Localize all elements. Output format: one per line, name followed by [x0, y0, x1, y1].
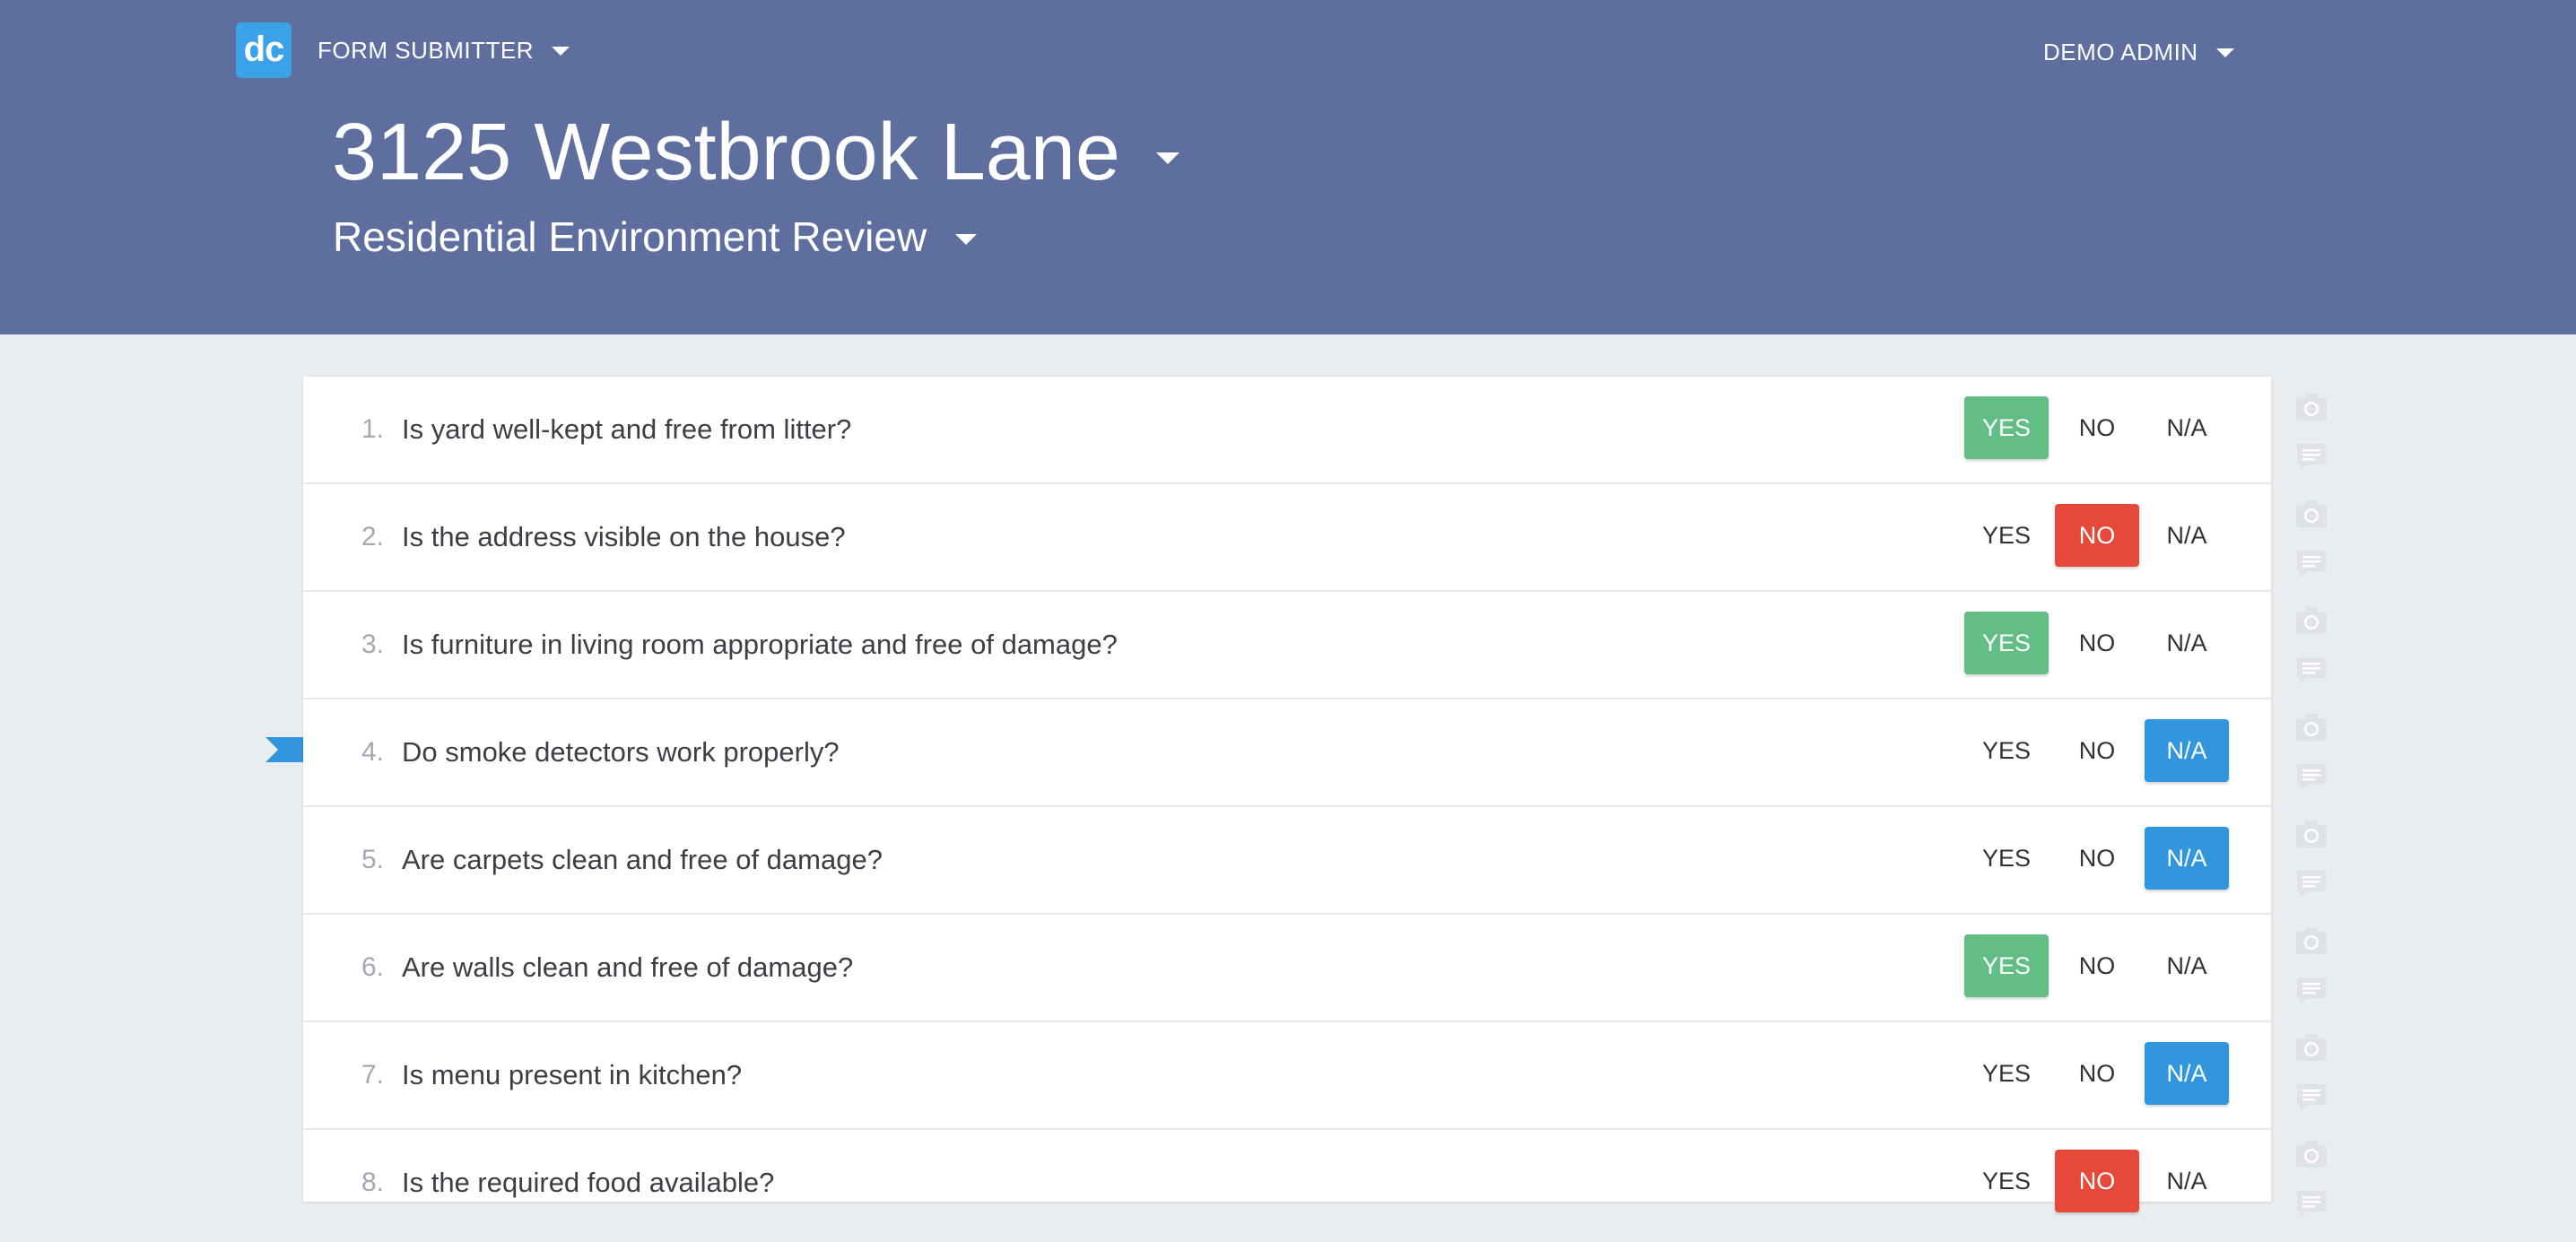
- app-logo[interactable]: dc: [236, 22, 292, 78]
- page-subtitle: Residential Environment Review: [333, 213, 927, 260]
- form-submitter-menu-label: FORM SUBMITTER: [318, 37, 534, 64]
- no-button[interactable]: NO: [2055, 504, 2139, 567]
- camera-icon[interactable]: [2294, 710, 2328, 744]
- question-attachments: [2294, 922, 2330, 1029]
- no-button[interactable]: NO: [2055, 1042, 2139, 1105]
- question-list: 1. Is yard well-kept and free from litter…: [303, 377, 2271, 1238]
- question-text: Is menu present in kitchen?: [402, 1059, 743, 1090]
- question-row: 4. Do smoke detectors work properly? YES NO…: [303, 699, 2271, 807]
- question-row: 6. Are walls clean and free of damage? YES…: [303, 915, 2271, 1022]
- question-attachments: [2294, 815, 2330, 922]
- comment-icon[interactable]: [2294, 547, 2328, 581]
- chevron-down-icon: [1155, 152, 1179, 164]
- camera-icon[interactable]: [2294, 817, 2328, 851]
- question-row: 5. Are carpets clean and free of damage? Y…: [303, 807, 2271, 915]
- comment-icon[interactable]: [2294, 654, 2328, 688]
- yes-button[interactable]: YES: [1964, 719, 2049, 782]
- na-button[interactable]: N/A: [2145, 1150, 2229, 1212]
- question-attachments: [2294, 602, 2330, 708]
- comment-icon[interactable]: [2294, 440, 2328, 474]
- user-menu[interactable]: DEMO ADMIN: [2043, 39, 2234, 66]
- question-attachments: [2294, 1029, 2330, 1135]
- question-number: 3.: [361, 630, 384, 659]
- camera-icon[interactable]: [2294, 1137, 2328, 1171]
- comment-icon[interactable]: [2294, 1187, 2328, 1221]
- yes-button[interactable]: YES: [1964, 504, 2049, 567]
- question-attachments: [2294, 388, 2330, 495]
- form-submitter-menu[interactable]: FORM SUBMITTER: [318, 37, 570, 65]
- question-side-actions: [2294, 388, 2330, 1242]
- question-row: 7. Is menu present in kitchen? YES NO N/A: [303, 1022, 2271, 1130]
- no-button[interactable]: NO: [2055, 934, 2139, 997]
- question-number: 6.: [361, 952, 384, 982]
- question-number: 4.: [361, 737, 384, 767]
- yes-button[interactable]: YES: [1964, 827, 2049, 890]
- question-text: Is the required food available?: [402, 1167, 775, 1198]
- no-button[interactable]: NO: [2055, 1150, 2139, 1212]
- camera-icon[interactable]: [2294, 924, 2328, 958]
- no-button[interactable]: NO: [2055, 719, 2139, 782]
- page-title: 3125 Westbrook Lane: [332, 108, 1120, 197]
- camera-icon[interactable]: [2294, 604, 2328, 638]
- question-number: 7.: [361, 1060, 384, 1090]
- camera-icon[interactable]: [2294, 497, 2328, 531]
- question-text: Are carpets clean and free of damage?: [402, 844, 883, 875]
- question-row: 2. Is the address visible on the house? YE…: [303, 484, 2271, 592]
- question-row: 8. Is the required food available? YES NO N/…: [303, 1130, 2271, 1238]
- question-number: 5.: [361, 845, 384, 874]
- no-button[interactable]: NO: [2055, 827, 2139, 890]
- question-text: Do smoke detectors work properly?: [402, 736, 840, 768]
- question-text: Are walls clean and free of damage?: [402, 951, 854, 983]
- comment-icon[interactable]: [2294, 760, 2328, 795]
- chevron-down-icon: [552, 46, 570, 56]
- app-header: dc FORM SUBMITTER DEMO ADMIN 3125 Westbr…: [0, 0, 2576, 334]
- yes-button[interactable]: YES: [1964, 396, 2049, 459]
- na-button[interactable]: N/A: [2145, 827, 2229, 890]
- question-row: 1. Is yard well-kept and free from litter…: [303, 377, 2271, 484]
- na-button[interactable]: N/A: [2145, 1042, 2229, 1105]
- current-question-flag-icon: [265, 737, 303, 762]
- comment-icon[interactable]: [2294, 1081, 2328, 1115]
- user-menu-label: DEMO ADMIN: [2043, 39, 2198, 65]
- question-attachments: [2294, 495, 2330, 602]
- yes-button[interactable]: YES: [1964, 1150, 2049, 1212]
- question-number: 1.: [361, 414, 384, 444]
- chevron-down-icon: [955, 234, 978, 245]
- comment-icon[interactable]: [2294, 974, 2328, 1008]
- chevron-down-icon: [2215, 48, 2234, 57]
- no-button[interactable]: NO: [2055, 612, 2139, 674]
- no-button[interactable]: NO: [2055, 396, 2139, 459]
- question-text: Is furniture in living room appropriate …: [402, 629, 1118, 660]
- na-button[interactable]: N/A: [2145, 612, 2229, 674]
- location-selector[interactable]: 3125 Westbrook Lane: [332, 106, 1179, 199]
- question-number: 8.: [361, 1168, 384, 1197]
- na-button[interactable]: N/A: [2145, 934, 2229, 997]
- question-text: Is the address visible on the house?: [402, 521, 846, 552]
- na-button[interactable]: N/A: [2145, 504, 2229, 567]
- camera-icon[interactable]: [2294, 390, 2328, 424]
- yes-button[interactable]: YES: [1964, 1042, 2049, 1105]
- camera-icon[interactable]: [2294, 1030, 2328, 1064]
- na-button[interactable]: N/A: [2145, 719, 2229, 782]
- comment-icon[interactable]: [2294, 867, 2328, 901]
- question-row: 3. Is furniture in living room appropriat…: [303, 592, 2271, 699]
- question-text: Is yard well-kept and free from litter?: [402, 413, 852, 445]
- question-attachments: [2294, 708, 2330, 815]
- form-selector[interactable]: Residential Environment Review: [333, 210, 978, 264]
- question-number: 2.: [361, 522, 384, 552]
- question-attachments: [2294, 1135, 2330, 1242]
- yes-button[interactable]: YES: [1964, 612, 2049, 674]
- na-button[interactable]: N/A: [2145, 396, 2229, 459]
- yes-button[interactable]: YES: [1964, 934, 2049, 997]
